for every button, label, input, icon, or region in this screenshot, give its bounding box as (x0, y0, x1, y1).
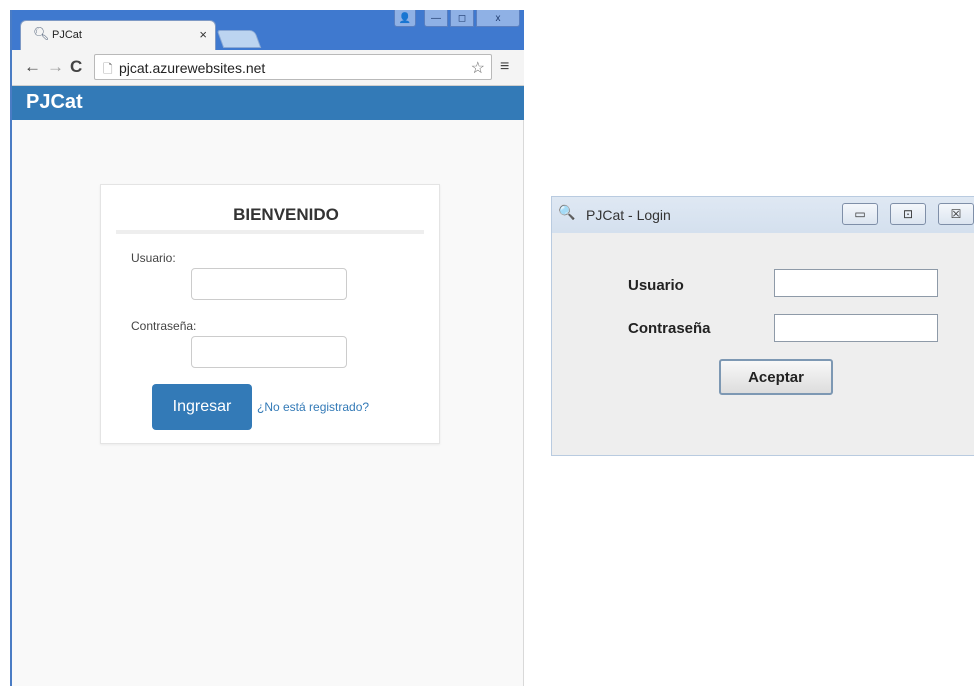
new-tab-button[interactable] (216, 30, 262, 48)
username-label: Usuario: (131, 251, 176, 265)
welcome-heading: BIENVENIDO (233, 205, 339, 224)
url-text[interactable]: pjcat.azurewebsites.net (119, 60, 265, 76)
close-window-button[interactable]: x (476, 10, 520, 27)
magnifier-icon: 🔍︎ (33, 26, 50, 41)
desktop-login-window: 🔍 PJCat - Login ▭ ⊡ ☒ Usuario Contraseña… (551, 196, 974, 456)
heading-divider (116, 230, 424, 234)
dialog-password-label: Contraseña (628, 320, 711, 337)
reload-icon[interactable]: C (70, 57, 82, 77)
dialog-username-input[interactable] (774, 269, 938, 297)
window-controls: 👤 — ◻ x (394, 10, 520, 27)
tab-title: PJCat (52, 29, 82, 41)
dialog-maximize-button[interactable]: ⊡ (890, 203, 926, 225)
close-tab-icon[interactable]: × (199, 27, 207, 42)
dialog-close-button[interactable]: ☒ (938, 203, 974, 225)
brand-logo-text[interactable]: PJCat (26, 91, 83, 114)
forward-arrow-icon[interactable]: → (47, 57, 64, 77)
accept-button[interactable]: Aceptar (719, 359, 833, 395)
bookmark-star-icon[interactable]: ☆ (471, 58, 485, 78)
dialog-password-input[interactable] (774, 314, 938, 342)
dialog-titlebar: 🔍 PJCat - Login ▭ ⊡ ☒ (552, 197, 974, 233)
login-button[interactable]: Ingresar (152, 384, 252, 430)
dialog-username-label: Usuario (628, 277, 684, 294)
dialog-minimize-button[interactable]: ▭ (842, 203, 878, 225)
browser-tab[interactable]: 🔍︎ PJCat × (20, 20, 216, 50)
login-panel: BIENVENIDO Usuario: Contraseña: Ingresar… (100, 184, 440, 444)
dialog-title: PJCat - Login (586, 207, 671, 223)
password-label: Contraseña: (131, 319, 197, 333)
page-icon: 🗋 (103, 62, 113, 76)
address-bar[interactable]: 🗋 pjcat.azurewebsites.net ☆ (94, 54, 492, 80)
back-arrow-icon[interactable]: ← (24, 57, 41, 77)
minimize-button[interactable]: — (424, 10, 448, 27)
register-link[interactable]: ¿No está registrado? (257, 400, 369, 414)
browser-titlebar: 🔍︎ PJCat × 👤 — ◻ x (12, 10, 524, 50)
browser-window: 🔍︎ PJCat × 👤 — ◻ x ← → C 🗋 pjcat.azurewe… (10, 10, 524, 686)
browser-toolbar: ← → C 🗋 pjcat.azurewebsites.net ☆ ≡ (12, 50, 524, 86)
user-profile-icon[interactable]: 👤 (394, 10, 416, 27)
maximize-button[interactable]: ◻ (450, 10, 474, 27)
password-input[interactable] (191, 336, 347, 368)
app-navbar: PJCat (12, 86, 524, 120)
username-input[interactable] (191, 268, 347, 300)
magnifier-icon: 🔍 (558, 204, 576, 220)
browser-menu-icon[interactable]: ≡ (500, 58, 509, 76)
